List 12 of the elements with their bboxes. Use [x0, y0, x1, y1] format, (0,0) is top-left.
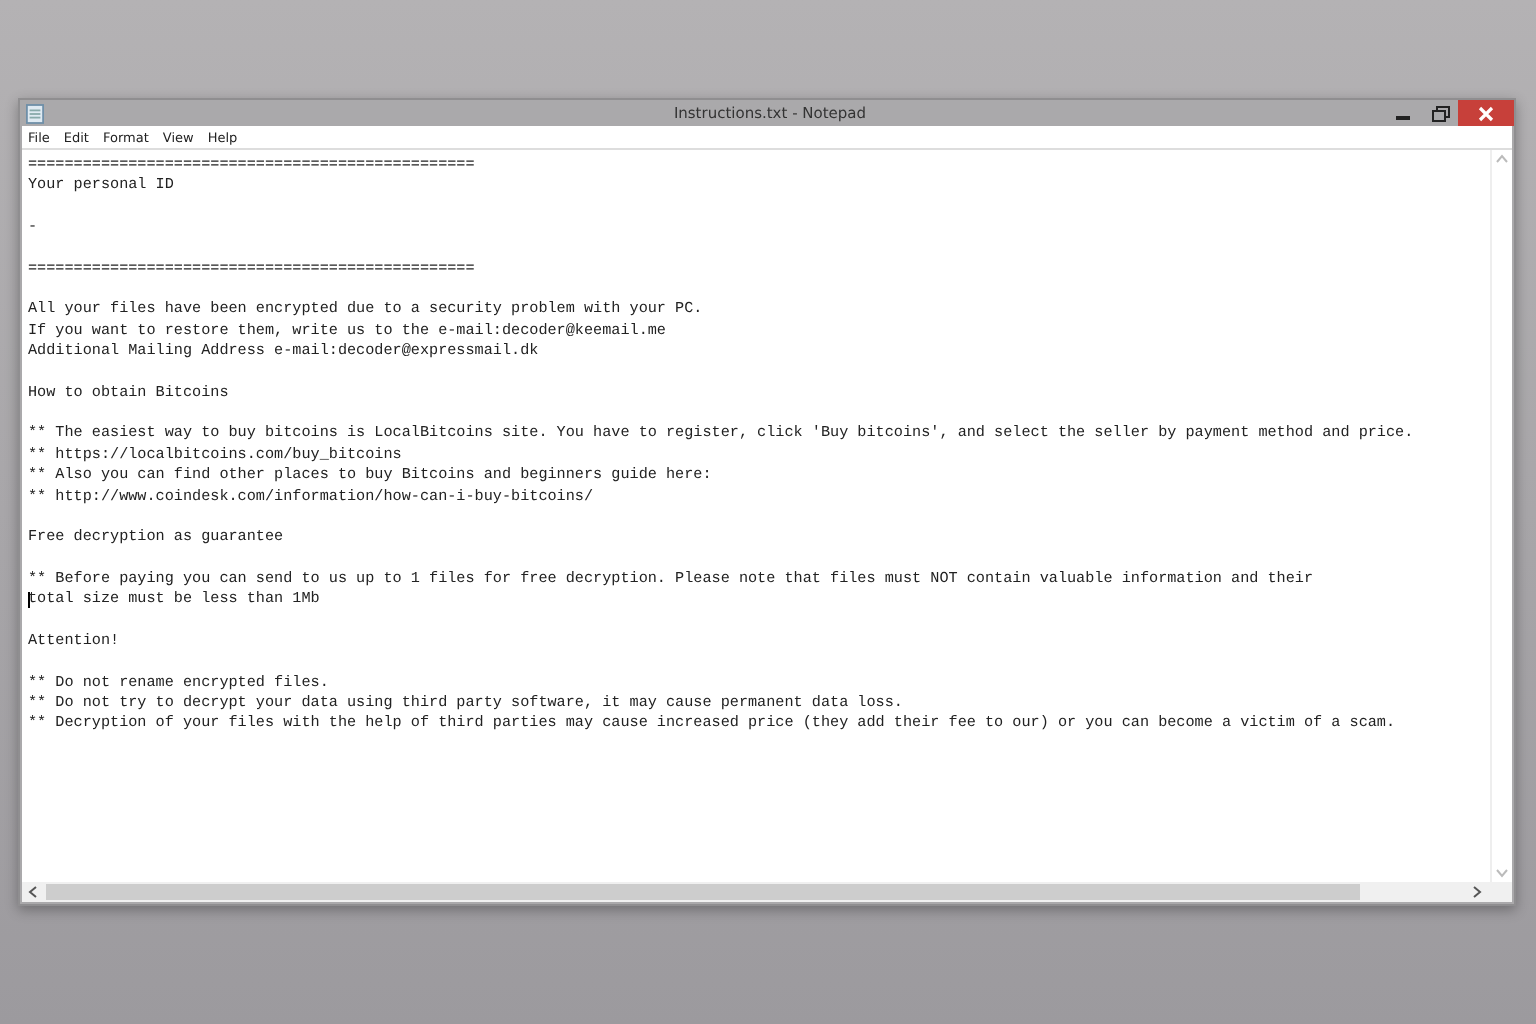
scroll-right-icon [1472, 886, 1482, 898]
vertical-scrollbar[interactable] [1490, 150, 1512, 882]
scroll-up-icon [1496, 154, 1508, 164]
notepad-icon [26, 103, 44, 123]
horizontal-scrollbar[interactable] [22, 882, 1512, 902]
text-cursor [28, 592, 30, 609]
scroll-down-icon [1496, 868, 1508, 878]
restore-icon [1431, 105, 1449, 121]
scrollbar-thumb[interactable] [46, 884, 1360, 900]
close-icon [1478, 105, 1494, 121]
close-button[interactable] [1458, 100, 1514, 126]
scroll-left-icon [28, 886, 38, 898]
